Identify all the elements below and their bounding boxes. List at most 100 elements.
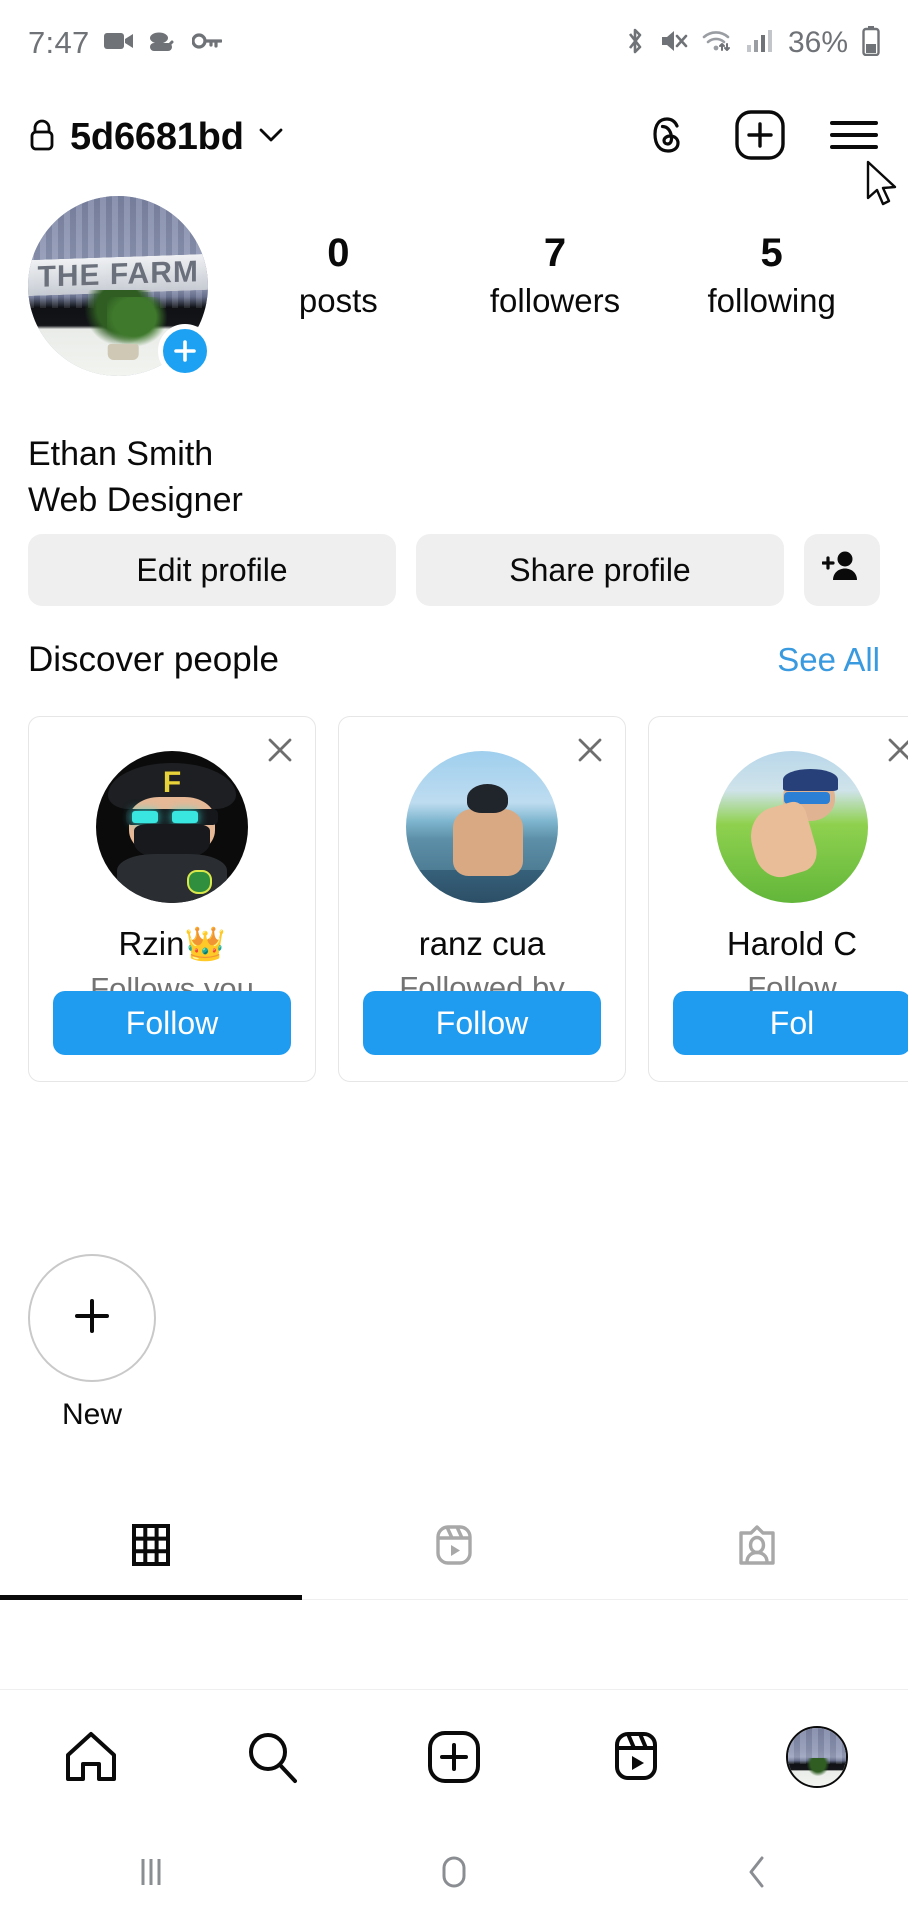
close-icon[interactable] bbox=[575, 735, 605, 770]
close-icon[interactable] bbox=[885, 735, 908, 770]
discover-card-name: Rzin👑 bbox=[118, 925, 226, 962]
avatar-lens-right bbox=[172, 811, 198, 824]
chevron-down-icon bbox=[258, 126, 284, 149]
plus-icon bbox=[172, 338, 198, 364]
nav-create[interactable] bbox=[394, 1729, 514, 1785]
stat-followers-number: 7 bbox=[543, 231, 567, 275]
avatar-crest bbox=[187, 869, 212, 894]
discover-card-avatar[interactable] bbox=[716, 751, 868, 903]
home-circle-icon bbox=[442, 1856, 466, 1888]
share-profile-button[interactable]: Share profile bbox=[416, 534, 784, 606]
tab-tagged[interactable] bbox=[605, 1490, 908, 1599]
stat-following-label: following bbox=[707, 282, 836, 319]
profile-stats: 0 posts 7 followers 5 following bbox=[230, 196, 880, 326]
stat-following[interactable]: 5 following bbox=[663, 230, 880, 326]
status-bar-left: 7:47 bbox=[28, 25, 223, 61]
profile-bio-text: Web Designer bbox=[28, 480, 243, 519]
video-camera-icon bbox=[103, 30, 134, 57]
instagram-profile-screen: 7:47 36% 5d6681bd THE FARM 0 posts 7 fol… bbox=[0, 0, 908, 1920]
discover-card[interactable]: ranz cua Followed by itsme.jhem24 Follow bbox=[338, 716, 626, 1082]
new-highlight-label: New bbox=[61, 1398, 122, 1431]
back-chevron-icon bbox=[749, 1856, 764, 1888]
follow-button[interactable]: Fol bbox=[673, 991, 908, 1055]
battery-icon bbox=[862, 25, 880, 61]
home-icon bbox=[65, 1732, 116, 1781]
status-time: 7:47 bbox=[28, 25, 90, 60]
discover-card-name: Harold C bbox=[726, 925, 858, 962]
android-home-button[interactable] bbox=[374, 1852, 534, 1892]
tab-reels[interactable] bbox=[303, 1490, 606, 1599]
status-bar-right: 36% bbox=[624, 25, 880, 61]
discover-people-carousel[interactable]: F Rzin👑 Follows you Follow ranz cua Foll… bbox=[28, 716, 908, 1086]
avatar-cap bbox=[782, 769, 838, 791]
stat-following-number: 5 bbox=[760, 231, 783, 275]
reels-icon bbox=[436, 1524, 472, 1565]
grid-icon bbox=[132, 1523, 171, 1566]
nav-search[interactable] bbox=[212, 1728, 332, 1786]
android-back-button[interactable] bbox=[677, 1852, 837, 1892]
avatar-torso bbox=[453, 808, 524, 876]
profile-header: 0 posts 7 followers 5 following bbox=[0, 196, 908, 378]
username-selector[interactable]: 5d6681bd bbox=[28, 116, 284, 159]
stat-posts-number: 0 bbox=[327, 231, 350, 275]
avatar-hair bbox=[466, 784, 508, 814]
discover-card-avatar[interactable] bbox=[406, 751, 558, 903]
mute-icon bbox=[660, 28, 688, 59]
plus-icon bbox=[69, 1293, 115, 1344]
bottom-navigation bbox=[0, 1689, 908, 1824]
hamburger-menu-icon[interactable] bbox=[828, 115, 880, 160]
follow-button[interactable]: Follow bbox=[363, 991, 601, 1055]
avatar-lens-left bbox=[132, 811, 159, 824]
status-bar: 7:47 36% bbox=[0, 0, 908, 86]
discover-people-toggle-button[interactable] bbox=[804, 534, 880, 606]
android-recents-button[interactable] bbox=[71, 1853, 231, 1891]
follow-button[interactable]: Follow bbox=[53, 991, 291, 1055]
username-label: 5d6681bd bbox=[70, 115, 244, 158]
add-story-button[interactable] bbox=[158, 324, 212, 378]
nav-reels[interactable] bbox=[576, 1729, 696, 1785]
bluetooth-icon bbox=[624, 27, 646, 60]
stat-followers[interactable]: 7 followers bbox=[447, 230, 664, 326]
key-icon bbox=[190, 32, 223, 55]
close-icon[interactable] bbox=[265, 735, 295, 770]
nav-avatar-plant bbox=[804, 1758, 832, 1778]
app-bar-actions bbox=[644, 109, 880, 166]
discover-people-header: Discover people See All bbox=[28, 640, 880, 680]
stat-posts[interactable]: 0 posts bbox=[230, 230, 447, 326]
discover-card[interactable]: F Rzin👑 Follows you Follow bbox=[28, 716, 316, 1082]
discover-card[interactable]: Harold C Follow dking Fol bbox=[648, 716, 908, 1082]
edit-profile-button[interactable]: Edit profile bbox=[28, 534, 396, 606]
discover-see-all-link[interactable]: See All bbox=[777, 641, 880, 679]
new-highlight-circle[interactable] bbox=[28, 1254, 156, 1382]
battery-percent: 36% bbox=[787, 26, 848, 59]
tab-grid[interactable] bbox=[0, 1490, 303, 1599]
discover-card-name: ranz cua bbox=[418, 925, 546, 962]
profile-avatar-wrap[interactable] bbox=[28, 196, 212, 378]
add-person-icon bbox=[821, 549, 862, 591]
signal-bars-icon bbox=[746, 29, 772, 58]
nav-home[interactable] bbox=[31, 1729, 151, 1785]
search-icon bbox=[249, 1733, 298, 1783]
nav-profile[interactable] bbox=[757, 1726, 877, 1788]
profile-action-buttons: Edit profile Share profile bbox=[28, 534, 880, 606]
threads-icon[interactable] bbox=[644, 109, 692, 166]
profile-avatar-icon[interactable] bbox=[786, 1726, 849, 1788]
wifi-icon bbox=[702, 28, 732, 59]
plus-box-icon[interactable] bbox=[734, 109, 786, 166]
story-highlights: New bbox=[28, 1254, 156, 1432]
stat-posts-label: posts bbox=[298, 282, 378, 319]
avatar-cap-letter: F bbox=[162, 766, 182, 800]
tagged-person-icon bbox=[738, 1524, 775, 1565]
app-bar: 5d6681bd bbox=[0, 88, 908, 186]
plus-box-icon bbox=[427, 1731, 480, 1783]
vpn-key-shield-icon bbox=[148, 30, 178, 57]
discover-card-avatar[interactable]: F bbox=[96, 751, 248, 903]
android-navigation-bar bbox=[0, 1824, 908, 1920]
new-highlight-button[interactable]: New bbox=[28, 1254, 156, 1432]
avatar-photo-pot bbox=[108, 343, 139, 360]
stat-followers-label: followers bbox=[489, 282, 621, 319]
profile-display-name: Ethan Smith bbox=[28, 435, 214, 473]
reels-icon bbox=[614, 1732, 657, 1780]
profile-content-tabs bbox=[0, 1490, 908, 1600]
discover-people-title: Discover people bbox=[28, 640, 279, 679]
